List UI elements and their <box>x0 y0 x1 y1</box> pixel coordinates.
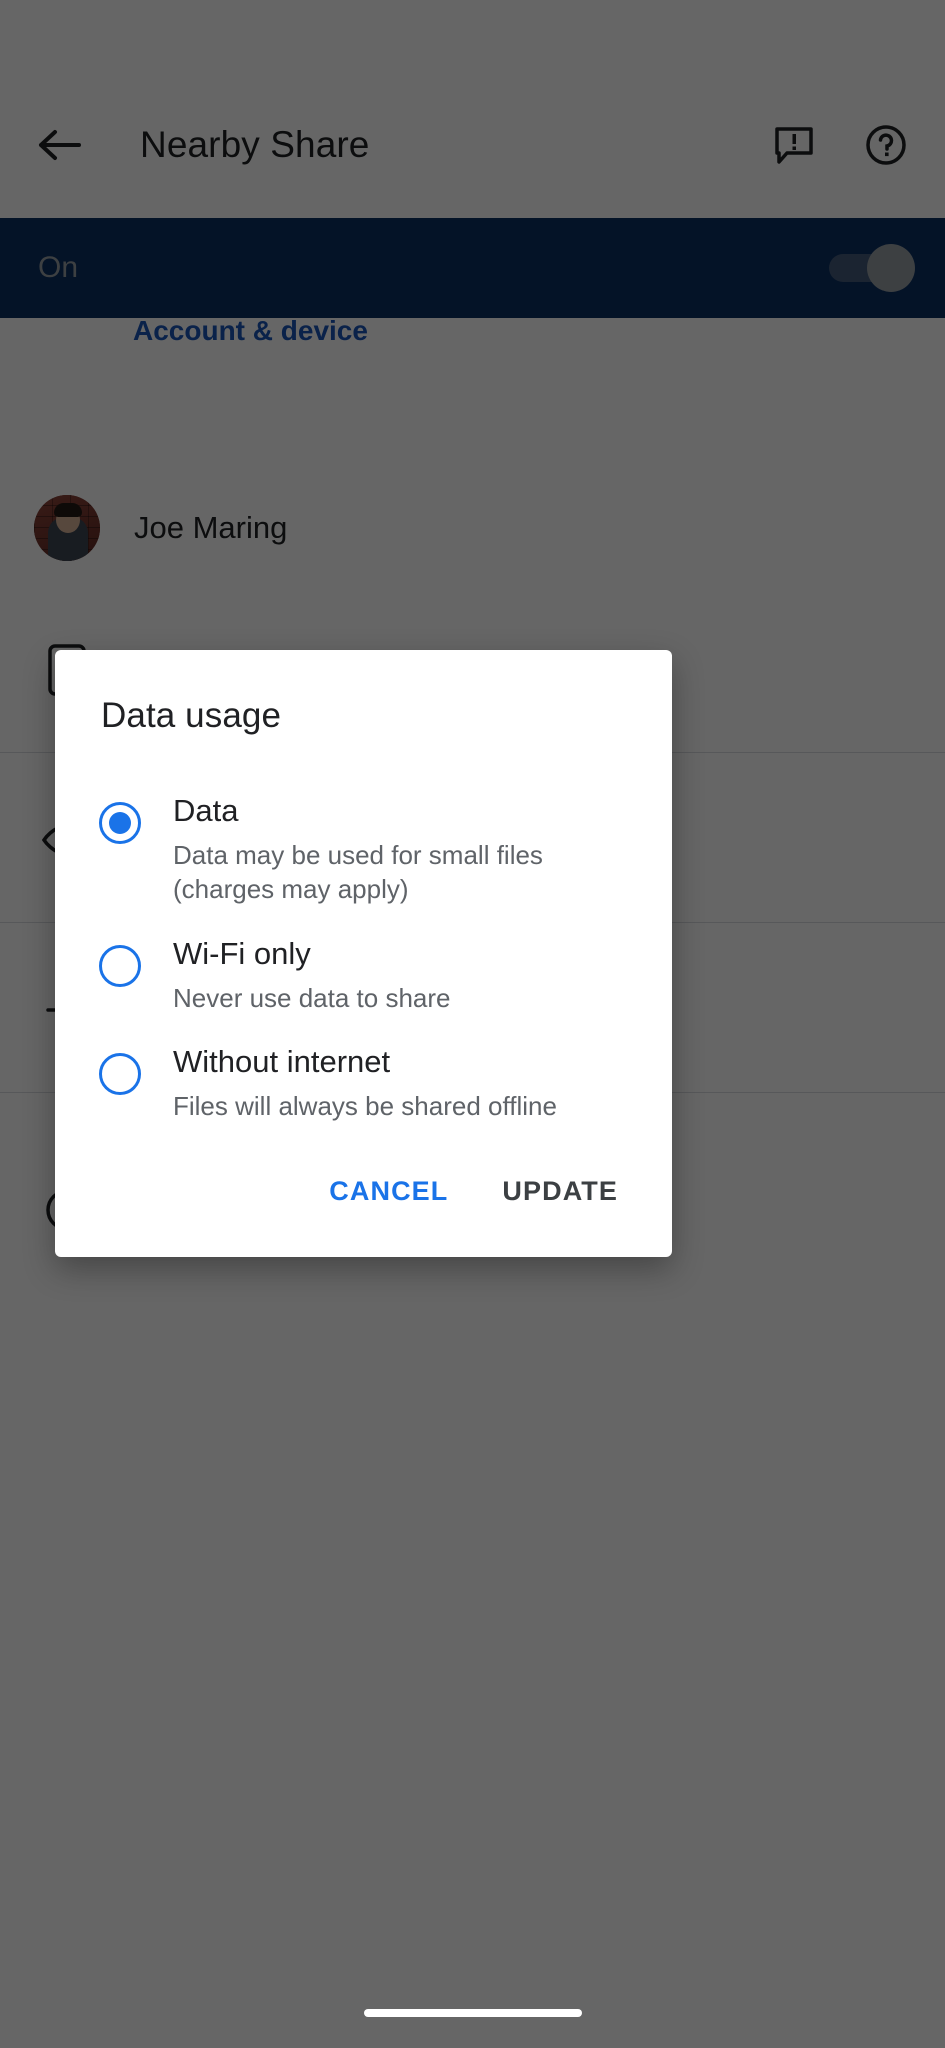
dialog-actions: CANCEL UPDATE <box>55 1138 672 1257</box>
radio-option-wifi-only-text: Wi-Fi only Never use data to share <box>173 933 644 1015</box>
radio-button-data[interactable] <box>99 802 141 844</box>
radio-option-without-internet-text: Without internet Files will always be sh… <box>173 1041 644 1123</box>
dialog-option-list: Data Data may be used for small files (c… <box>55 736 672 1138</box>
radio-button-wifi-only[interactable] <box>99 945 141 987</box>
radio-description-without-internet: Files will always be shared offline <box>173 1091 557 1122</box>
update-button[interactable]: UPDATE <box>480 1160 640 1223</box>
radio-option-without-internet[interactable]: Without internet Files will always be sh… <box>83 1029 644 1137</box>
system-nav-bar <box>0 1978 945 2048</box>
phone-screen: 73% 5:00 Nearby Share <box>0 0 945 2048</box>
cancel-button[interactable]: CANCEL <box>307 1160 470 1223</box>
radio-label-data: Data <box>173 793 239 828</box>
data-usage-dialog: Data usage Data Data may be used for sma… <box>55 650 672 1257</box>
radio-option-data[interactable]: Data Data may be used for small files (c… <box>83 778 644 921</box>
radio-description-wifi-only: Never use data to share <box>173 982 451 1013</box>
radio-label-wifi-only: Wi-Fi only <box>173 936 311 971</box>
radio-button-without-internet[interactable] <box>99 1053 141 1096</box>
dialog-title: Data usage <box>101 696 282 735</box>
radio-option-data-text: Data Data may be used for small files (c… <box>173 790 644 907</box>
radio-label-without-internet: Without internet <box>173 1044 391 1080</box>
home-gesture-pill[interactable] <box>363 2009 582 2017</box>
radio-description-data: Data may be used for small files (charge… <box>173 839 543 905</box>
radio-option-wifi-only[interactable]: Wi-Fi only Never use data to share <box>83 921 644 1029</box>
